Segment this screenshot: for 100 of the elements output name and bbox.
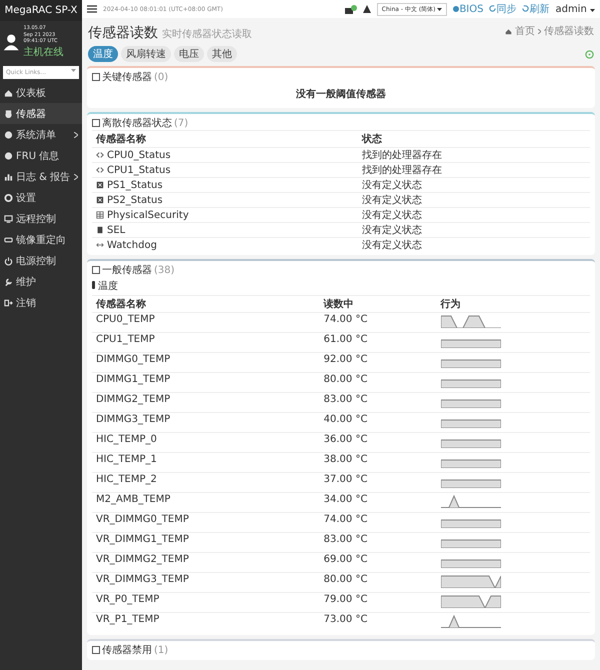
- sensor-reading: 61.00 °C: [320, 332, 437, 352]
- sensor-icon: [96, 241, 104, 249]
- section-title: 温度: [98, 281, 118, 292]
- sensor-reading: 38.00 °C: [320, 452, 437, 472]
- sensor-reading: 83.00 °C: [320, 392, 437, 412]
- panel-icon: [92, 266, 100, 274]
- sensor-name: Watchdog: [107, 240, 157, 250]
- sync-link[interactable]: 同步: [489, 2, 516, 16]
- sensor-count: (1): [154, 644, 168, 656]
- sensor-tab[interactable]: 电压: [174, 46, 204, 62]
- dot-icon: [453, 6, 460, 12]
- column-header: 状态: [358, 130, 590, 148]
- sensor-name: VR_DIMMG0_TEMP: [92, 512, 320, 532]
- sensor-name: HIC_TEMP_0: [92, 432, 320, 452]
- sidebar-item[interactable]: 电源控制: [0, 250, 82, 271]
- sensor-name: HIC_TEMP_1: [92, 452, 320, 472]
- sparkline-drawing: [440, 574, 501, 588]
- caret-icon: [71, 69, 76, 72]
- sensor-status: 找到的处理器存在: [358, 148, 590, 162]
- column-header: 行为: [436, 296, 590, 312]
- sensor-tab[interactable]: 风扇转速: [121, 46, 171, 62]
- sensor-count: (38): [154, 264, 175, 276]
- sidebar-item[interactable]: 注销: [0, 292, 82, 313]
- sensor-name: VR_DIMMG1_TEMP: [92, 532, 320, 552]
- sensor-icon: [96, 196, 104, 204]
- panel-icon: [92, 119, 100, 127]
- sensor-reading: 74.00 °C: [320, 512, 437, 532]
- sparkline-drawing: [440, 494, 501, 508]
- sensor-icon: [96, 151, 104, 159]
- warning-icon[interactable]: [362, 5, 371, 13]
- sensor-reading: 80.00 °C: [320, 372, 437, 392]
- sensor-name: CPU1_Status: [107, 164, 171, 176]
- sensor-status: 没有定义状态: [358, 238, 590, 252]
- card-title: 传感器禁用: [102, 644, 152, 657]
- bios-link[interactable]: BIOS: [453, 4, 484, 14]
- sensor-name: CPU0_Status: [107, 150, 171, 160]
- sidebar-item[interactable]: 远程控制: [0, 208, 82, 229]
- sensor-status: 没有定义状态: [358, 222, 590, 238]
- sensor-count: (7): [174, 118, 188, 128]
- sidebar-item[interactable]: FRU 信息: [0, 145, 82, 166]
- card-title: 关键传感器: [102, 70, 152, 84]
- sensor-name: VR_DIMMG3_TEMP: [92, 572, 320, 592]
- page-subtitle: 实时传感器状态读取: [162, 29, 252, 40]
- panel-icon: [92, 646, 100, 654]
- sensor-reading: 37.00 °C: [320, 472, 437, 492]
- sensor-reading: 80.00 °C: [320, 572, 437, 592]
- sensor-name: PhysicalSecurity: [107, 210, 189, 220]
- sidebar-item[interactable]: 系统清单: [0, 124, 82, 145]
- sensor-reading: 79.00 °C: [320, 592, 437, 612]
- refresh-link[interactable]: 刷新: [522, 2, 550, 16]
- sensor-reading: 92.00 °C: [320, 352, 437, 372]
- sparkline-drawing: [440, 614, 501, 628]
- card-title: 一般传感器: [102, 264, 152, 277]
- empty-message: 没有一般阈值传感器: [295, 88, 387, 102]
- sparkline-drawing: [440, 594, 501, 608]
- column-header: 读数中: [320, 296, 437, 312]
- panel-icon: [92, 73, 100, 81]
- sensor-status: 没有定义状态: [358, 178, 590, 192]
- sensor-name: HIC_TEMP_2: [92, 472, 320, 492]
- sidebar-item[interactable]: 传感器: [0, 103, 82, 124]
- sensor-status: 找到的处理器存在: [358, 162, 590, 178]
- sidebar-item[interactable]: 设置: [0, 187, 82, 208]
- sensor-reading: 83.00 °C: [320, 532, 437, 552]
- user-menu[interactable]: admin: [555, 4, 595, 14]
- sensor-name: VR_DIMMG2_TEMP: [92, 552, 320, 572]
- mail-icon[interactable]: [344, 4, 357, 14]
- sensor-reading: 69.00 °C: [320, 552, 437, 572]
- sensor-reading: 40.00 °C: [320, 412, 437, 432]
- sensor-count: (0): [154, 72, 168, 82]
- sensor-name: DIMMG2_TEMP: [92, 392, 320, 412]
- sparkline-drawing: [440, 314, 501, 328]
- caret-icon: [437, 8, 442, 10]
- sensor-status: 没有定义状态: [358, 192, 590, 208]
- sensor-icon: [96, 226, 104, 234]
- sensor-tab[interactable]: 其他: [207, 46, 237, 62]
- sensor-status: 没有定义状态: [358, 208, 590, 222]
- sync-icon: [489, 5, 496, 12]
- sensor-name: M2_AMB_TEMP: [92, 492, 320, 512]
- breadcrumb-item: 传感器读数: [544, 24, 594, 38]
- sensor-name: PS1_Status: [107, 180, 163, 190]
- refresh-icon: [522, 5, 530, 12]
- brand-name: MegaRAC SP-X: [0, 0, 82, 21]
- sidebar-item[interactable]: 日志 & 报告: [0, 166, 82, 187]
- chevron-icon: [538, 28, 541, 34]
- sensor-name: DIMMG0_TEMP: [92, 352, 320, 372]
- sensor-tab[interactable]: 温度: [88, 46, 118, 62]
- sensor-icon: [96, 181, 104, 189]
- sensor-icon: [96, 211, 104, 219]
- host-status: 主机在线: [24, 46, 64, 59]
- column-header: 传感器名称: [92, 296, 320, 312]
- sensor-name: CPU0_TEMP: [92, 312, 320, 332]
- sensor-reading: 36.00 °C: [320, 432, 437, 452]
- sidebar-item[interactable]: 维护: [0, 271, 82, 292]
- card-title: 离散传感器状态: [102, 116, 172, 130]
- sidebar-item[interactable]: 仪表板: [0, 82, 82, 103]
- sidebar-item[interactable]: 镜像重定向: [0, 229, 82, 250]
- column-header: 传感器名称: [92, 130, 358, 148]
- sensor-name: PS2_Status: [107, 194, 163, 206]
- home-icon: [505, 28, 512, 34]
- sensor-name: VR_P0_TEMP: [92, 592, 320, 612]
